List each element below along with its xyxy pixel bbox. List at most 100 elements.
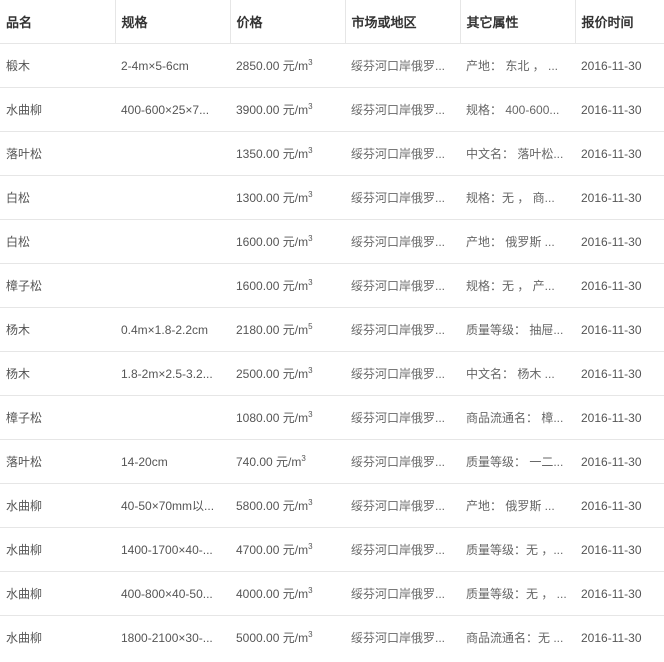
cell-attrs: 质量等级：无 ，... [460,527,575,572]
cell-market: 绥芬河口岸俄罗... [351,631,446,645]
cell-spec: 400-800×40-50... [115,571,230,616]
cell-spec [115,131,230,176]
header-date: 报价时间 [575,0,664,44]
cell-market: 绥芬河口岸俄罗... [345,307,460,352]
cell-market: 绥芬河口岸俄罗... [345,131,460,176]
price-unit-exponent: 5 [308,322,313,331]
cell-attrs: 中文名： 落叶松... [460,131,575,176]
price-unit: 元/m3 [282,411,313,426]
table-row: 水曲柳 400-600×25×7... 3900.00 元/m3 绥芬河口岸俄罗...… [0,87,664,132]
table-row: 白松 1600.00 元/m3 绥芬河口岸俄罗... 产地： 俄罗斯 ... 2016-… [0,219,664,264]
price-unit-text: 元/m [282,499,309,513]
table-row: 白松 1300.00 元/m3 绥芬河口岸俄罗... 规格：无 ， 商... 2016-… [0,175,664,220]
cell-date: 2016-11-30 [575,351,664,396]
price-unit: 元/m3 [283,631,313,646]
cell-price: 1350.00 元/m3 [230,131,345,176]
cell-price: 1600.00 元/m3 [230,263,345,308]
cell-price: 4000.00 元/m3 [230,571,345,616]
table-row: 水曲柳 400-800×40-50... 4000.00 元/m3 绥芬河口岸俄罗..… [0,571,664,616]
cell-name: 水曲柳 [0,483,115,528]
cell-market: 绥芬河口岸俄罗... [345,219,460,264]
cell-price: 5000.00 元/m3 [230,616,345,660]
price-value: 740.00 [236,455,273,469]
cell-spec: 1800-2100×30-... [121,630,213,645]
price-unit: 元/m3 [276,455,306,470]
cell-name: 水曲柳 [0,87,115,132]
price-unit-text: 元/m [282,543,309,557]
price-unit: 元/m3 [282,235,313,250]
cell-price: 2180.00 元/m5 [230,307,345,352]
table-row: 落叶松 1350.00 元/m3 绥芬河口岸俄罗... 中文名： 落叶松... 2016… [0,131,664,176]
cell-name: 樟子松 [0,263,115,308]
price-value: 5800.00 [236,499,280,513]
table-body: 椴木 2-4m×5-6cm 2850.00 元/m3 绥芬河口岸俄罗... 产地： 东北… [0,43,664,660]
price-unit-text: 元/m [282,147,309,161]
table-row: 樟子松 1600.00 元/m3 绥芬河口岸俄罗... 规格：无 ， 产... 2016… [0,263,664,308]
cell-price: 1300.00 元/m3 [230,175,345,220]
cell-name: 杨木 [0,307,115,352]
cell-attrs: 产地： 俄罗斯 ... [460,483,575,528]
table-row: 水曲柳 1400-1700×40-... 4700.00 元/m3 绥芬河口岸俄罗..… [0,527,664,572]
cell-price: 740.00 元/m3 [230,439,345,484]
cell-price: 3900.00 元/m3 [230,87,345,132]
cell-date: 2016-11-30 [575,263,664,308]
price-unit-text: 元/m [282,279,309,293]
cell-spec: 1.8-2m×2.5-3.2... [115,351,230,396]
price-unit-exponent: 3 [308,498,313,507]
price-table: 品名 规格 价格 市场或地区 其它属性 报价时间 椴木 2-4m×5-6cm 285… [0,0,664,659]
cell-spec [115,219,230,264]
cell-name: 水曲柳 [0,527,115,572]
price-unit-text: 元/m [276,455,302,469]
cell-market: 绥芬河口岸俄罗... [345,351,460,396]
price-unit: 元/m3 [282,278,313,294]
cell-attrs: 商品流通名：无 ... [466,631,564,645]
price-value: 1600.00 [236,279,280,293]
header-market: 市场或地区 [345,0,461,44]
cell-market: 绥芬河口岸俄罗... [345,527,460,572]
cell-attrs: 质量等级：无 ， ... [460,571,575,616]
price-unit-exponent: 3 [308,366,313,375]
cell-attrs: 产地： 俄罗斯 ... [460,219,575,264]
cell-name: 杨木 [0,351,115,396]
price-unit-exponent: 3 [308,542,313,551]
cell-name: 水曲柳 [0,571,115,616]
price-unit-text: 元/m [282,367,309,381]
price-unit-text: 元/m [282,235,309,249]
price-unit: 元/m3 [282,146,313,162]
price-unit: 元/m3 [282,542,313,558]
cell-date: 2016-11-30 [575,571,664,616]
cell-date: 2016-11-30 [575,219,664,264]
cell-spec: 1400-1700×40-... [115,527,230,572]
price-unit-exponent: 3 [308,278,313,287]
cell-date: 2016-11-30 [575,131,664,176]
price-unit: 元/m3 [282,366,313,382]
cell-attrs: 中文名： 杨木 ... [460,351,575,396]
price-value: 1350.00 [236,147,280,161]
price-unit: 元/m5 [283,322,313,338]
cell-attrs: 质量等级： 抽屉... [460,307,575,352]
price-unit: 元/m3 [283,191,313,206]
cell-price: 2850.00 元/m3 [230,43,345,88]
header-spec: 规格 [115,0,231,44]
price-unit: 元/m3 [283,587,313,602]
cell-price: 5800.00 元/m3 [230,483,345,528]
price-unit-text: 元/m [282,411,309,425]
cell-date: 2016-11-30 [575,527,664,572]
cell-market: 绥芬河口岸俄罗... [345,175,460,220]
cell-date: 2016-11-30 [575,43,664,88]
cell-spec: 400-600×25×7... [115,87,230,132]
price-value: 1600.00 [236,235,280,249]
cell-market: 绥芬河口岸俄罗... [345,571,460,616]
price-value: 1080.00 [236,411,280,425]
cell-market: 绥芬河口岸俄罗... [345,43,460,88]
table-row: 椴木 2-4m×5-6cm 2850.00 元/m3 绥芬河口岸俄罗... 产地： 东北… [0,43,664,88]
table-row: 樟子松 1080.00 元/m3 绥芬河口岸俄罗... 商品流通名： 樟... 2016… [0,395,664,440]
cell-attrs: 产地： 东北 ， ... [460,43,575,88]
cell-attrs: 规格：无 ， 产... [460,263,575,308]
price-unit: 元/m3 [282,498,313,514]
table-row: 落叶松 14-20cm 740.00 元/m3 绥芬河口岸俄罗... 质量等级： 一二.… [0,439,664,484]
table-row: 水曲柳 40-50×70mm以... 5800.00 元/m3 绥芬河口岸俄罗... 产… [0,483,664,528]
price-unit-exponent: 3 [308,146,313,155]
price-value: 2500.00 [236,367,280,381]
cell-name: 水曲柳 [6,631,43,645]
